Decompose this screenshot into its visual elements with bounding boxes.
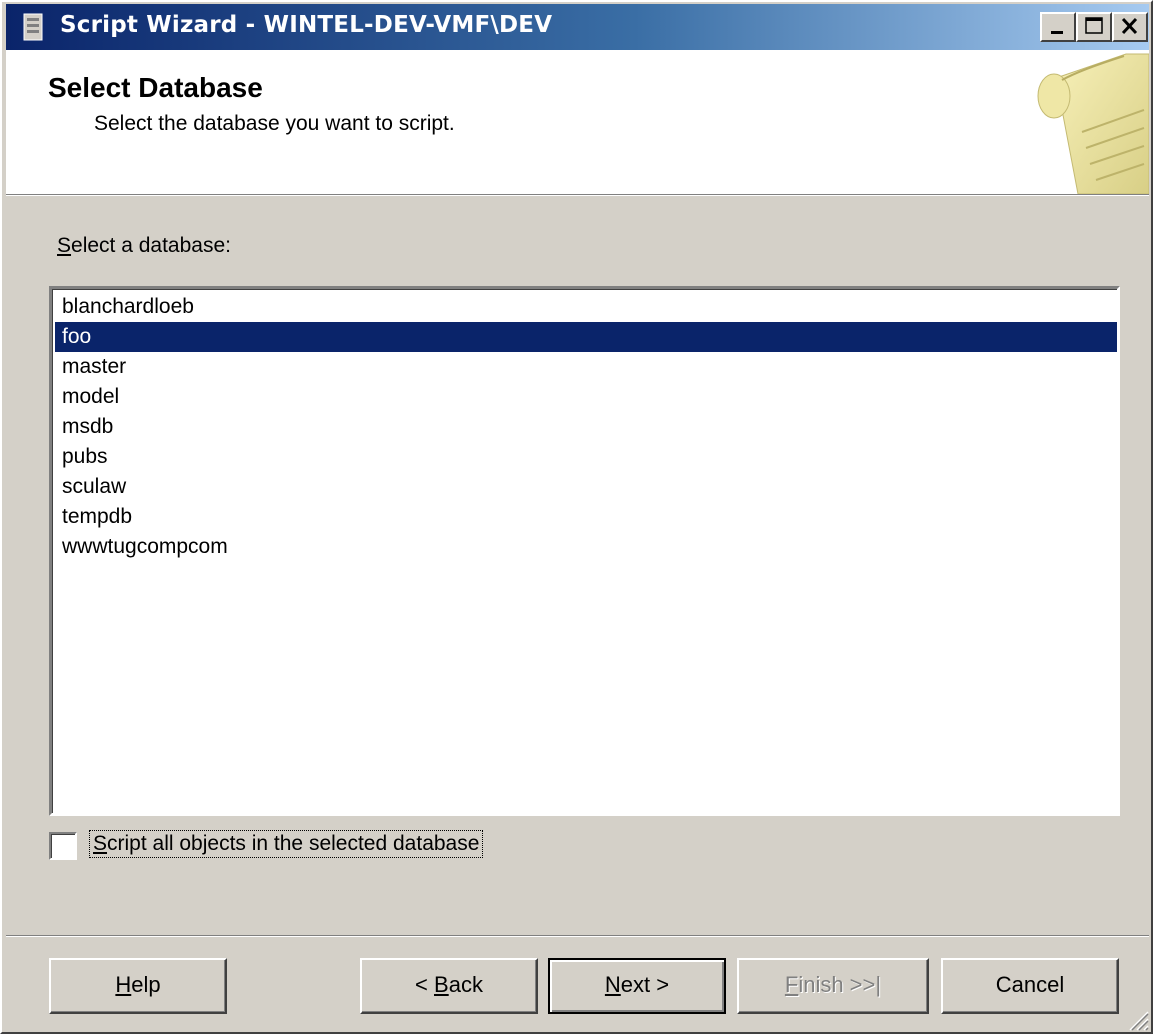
select-database-label: Select a database:	[57, 234, 231, 258]
header-divider	[6, 195, 1149, 196]
script-all-label-accesskey: S	[93, 832, 108, 855]
next-button-accesskey: N	[604, 972, 621, 997]
minimize-button[interactable]	[1040, 12, 1076, 42]
list-item[interactable]: msdb	[55, 412, 1117, 442]
cancel-button[interactable]: Cancel	[941, 958, 1119, 1014]
list-item-selected[interactable]: foo	[55, 322, 1117, 352]
script-wizard-window: Script Wizard - WINTEL-DEV-VMF\DEV Selec…	[0, 0, 1153, 1034]
list-item[interactable]: blanchardloeb	[55, 292, 1117, 322]
select-database-label-accesskey: S	[57, 234, 72, 257]
close-button[interactable]	[1112, 12, 1148, 42]
resize-grip-icon[interactable]	[1126, 1008, 1150, 1032]
help-button[interactable]: Help	[49, 958, 227, 1014]
list-item[interactable]: tempdb	[55, 502, 1117, 532]
next-button-label: ext >	[620, 972, 670, 997]
finish-button-label: inish >>|	[798, 972, 882, 997]
script-all-label[interactable]: Script all objects in the selected datab…	[89, 830, 484, 858]
database-listbox[interactable]: blanchardloeb foo master model msdb pubs…	[49, 286, 1120, 816]
list-item[interactable]: model	[55, 382, 1117, 412]
script-all-label-text: cript all objects in the selected databa…	[107, 832, 480, 855]
select-database-label-text: elect a database:	[71, 234, 231, 257]
maximize-icon	[1085, 17, 1103, 34]
list-item[interactable]: master	[55, 352, 1117, 382]
list-item[interactable]: wwwtugcompcom	[55, 532, 1117, 562]
scroll-icon	[1037, 53, 1149, 194]
list-item[interactable]: sculaw	[55, 472, 1117, 502]
back-button-label: ack	[448, 972, 483, 997]
back-button-accesskey: B	[434, 972, 449, 997]
page-title: Select Database	[48, 72, 263, 103]
window-title: Script Wizard - WINTEL-DEV-VMF\DEV	[60, 12, 553, 38]
title-bar[interactable]: Script Wizard - WINTEL-DEV-VMF\DEV	[6, 4, 1149, 50]
finish-button-accesskey: F	[784, 972, 799, 997]
back-button-arrow: <	[415, 972, 435, 997]
maximize-button[interactable]	[1076, 12, 1112, 42]
list-item[interactable]: pubs	[55, 442, 1117, 472]
wizard-header: Select Database Select the database you …	[6, 50, 1149, 196]
help-button-accesskey: H	[115, 972, 132, 997]
finish-button[interactable]: Finish >>|	[737, 958, 929, 1014]
button-area-divider	[6, 935, 1149, 937]
help-button-label: elp	[131, 972, 161, 997]
back-button[interactable]: < Back	[360, 958, 538, 1014]
script-all-checkbox[interactable]	[49, 832, 77, 860]
window-app-icon	[23, 13, 43, 41]
close-icon	[1121, 17, 1138, 35]
page-subtitle: Select the database you want to script.	[94, 112, 455, 135]
minimize-icon	[1051, 31, 1063, 34]
next-button[interactable]: Next >	[548, 958, 726, 1014]
